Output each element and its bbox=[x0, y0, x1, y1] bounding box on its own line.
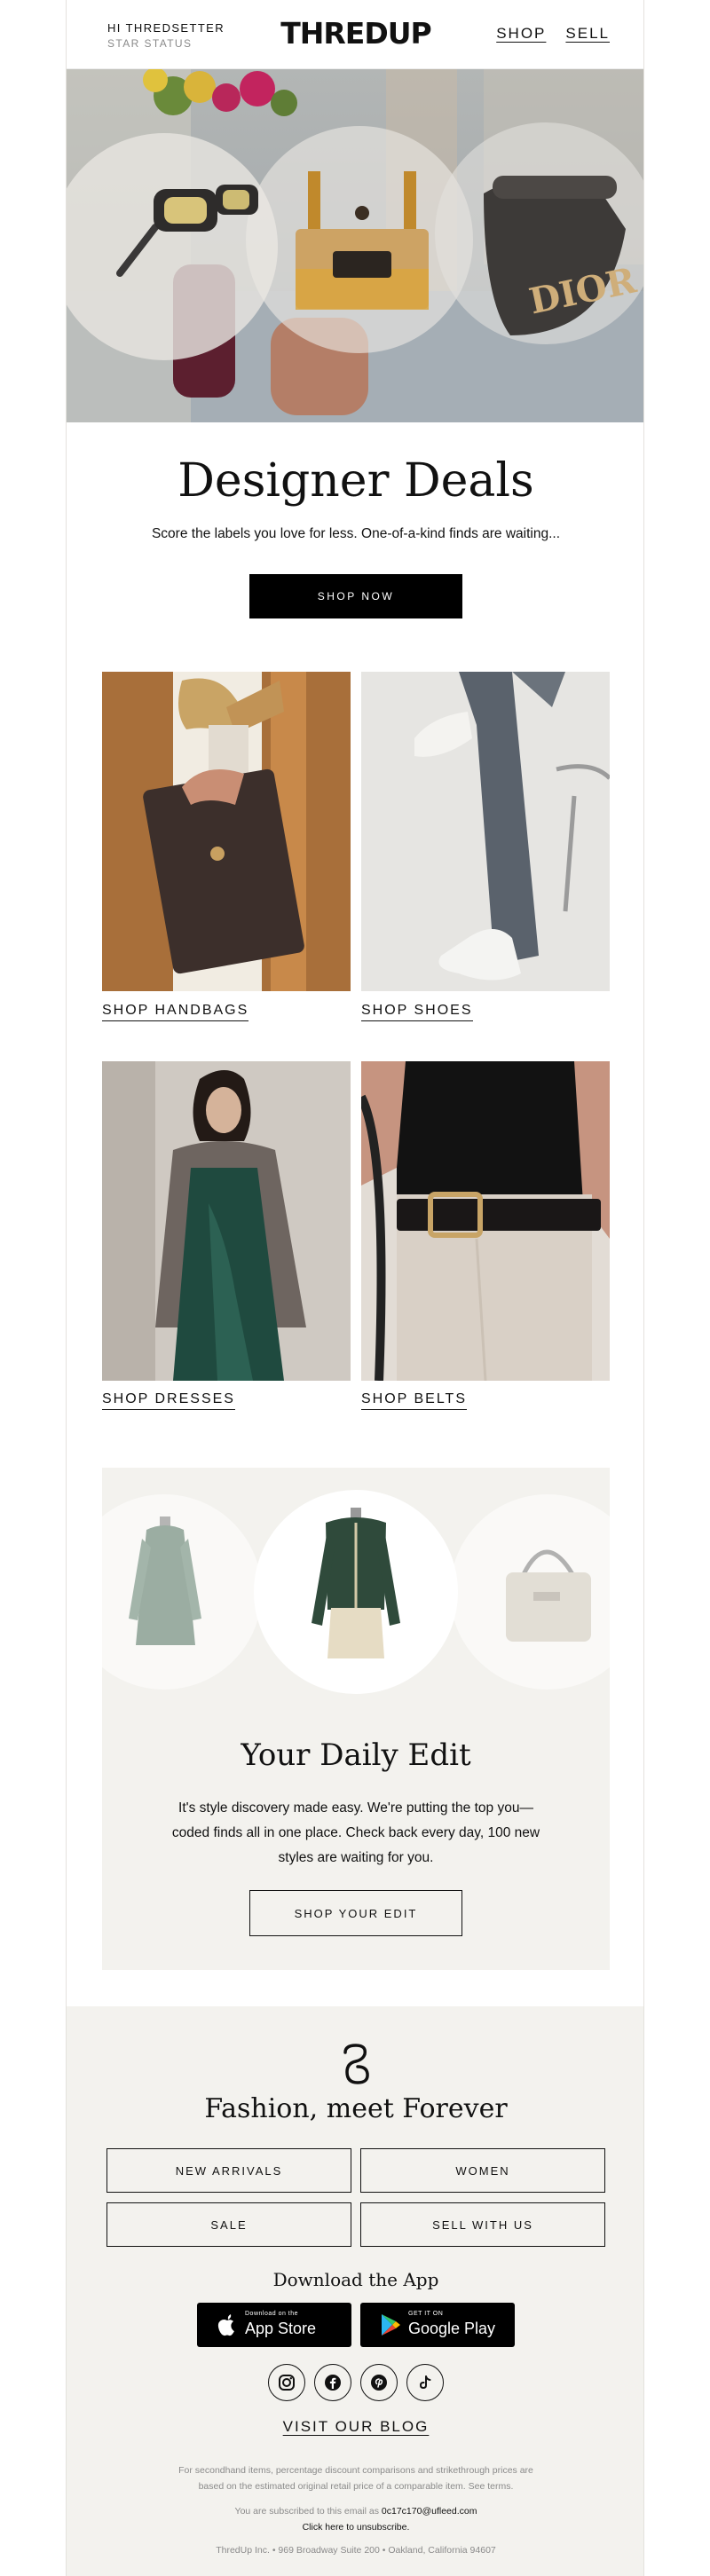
dresses-image[interactable] bbox=[102, 1061, 351, 1381]
shoes-photo bbox=[361, 672, 610, 991]
company-address: ThredUp Inc. • 969 Broadway Suite 200 • … bbox=[216, 2545, 496, 2556]
app-store-label: App Store bbox=[245, 2320, 317, 2337]
daily-edit-section: Your Daily Edit It's style discovery mad… bbox=[102, 1468, 610, 1970]
subscribed-prefix: You are subscribed to this email as bbox=[234, 2506, 379, 2517]
handbag-photo bbox=[102, 672, 351, 991]
pinterest-icon[interactable] bbox=[360, 2364, 398, 2401]
shop-belts-link[interactable]: SHOP BELTS bbox=[361, 1391, 467, 1410]
belt-photo bbox=[361, 1061, 610, 1381]
deals-subtitle: Score the labels you love for less. One-… bbox=[151, 526, 561, 541]
thredup-monogram-icon bbox=[343, 2044, 369, 2084]
shop-dresses-link[interactable]: SHOP DRESSES bbox=[102, 1391, 235, 1410]
new-arrivals-button[interactable]: NEW ARRIVALS bbox=[106, 2148, 351, 2193]
unsubscribe-link[interactable]: Click here to unsubscribe. bbox=[67, 2519, 643, 2535]
google-play-label: Google Play bbox=[408, 2320, 496, 2337]
shop-your-edit-button[interactable]: SHOP YOUR EDIT bbox=[249, 1890, 462, 1936]
shoes-image[interactable] bbox=[361, 672, 610, 991]
daily-edit-description: It's style discovery made easy. We're pu… bbox=[171, 1800, 540, 1865]
belts-image[interactable] bbox=[361, 1061, 610, 1381]
sell-link[interactable]: SELL bbox=[565, 25, 610, 43]
google-play-small-text: GET IT ON bbox=[408, 2311, 444, 2317]
disclaimer-line-2: based on the estimated original retail p… bbox=[67, 2478, 643, 2494]
hero-illustration: DIOR bbox=[67, 69, 643, 422]
tiktok-icon[interactable] bbox=[406, 2364, 444, 2401]
hero-image[interactable]: DIOR bbox=[67, 69, 643, 422]
daily-edit-products[interactable] bbox=[102, 1468, 610, 1716]
shop-shoes-link[interactable]: SHOP SHOES bbox=[361, 1003, 473, 1021]
google-play-icon bbox=[382, 2314, 400, 2336]
google-play-badge[interactable]: GET IT ON Google Play bbox=[360, 2303, 515, 2347]
daily-edit-title: Your Daily Edit bbox=[241, 1737, 471, 1773]
shop-handbags-link[interactable]: SHOP HANDBAGS bbox=[102, 1003, 249, 1021]
instagram-icon[interactable] bbox=[268, 2364, 305, 2401]
shop-link[interactable]: SHOP bbox=[496, 25, 546, 43]
top-nav: SHOP SELL bbox=[496, 25, 610, 43]
email-footer: Fashion, meet Forever NEW ARRIVALS WOMEN… bbox=[67, 2006, 643, 2576]
see-terms-link[interactable]: See terms. bbox=[469, 2481, 514, 2492]
disclaimer-line-1: For secondhand items, percentage discoun… bbox=[178, 2465, 533, 2476]
disclaimer-line-2-text: based on the estimated original retail p… bbox=[198, 2481, 466, 2492]
price-disclaimer: For secondhand items, percentage discoun… bbox=[67, 2462, 643, 2494]
apple-icon bbox=[217, 2314, 234, 2336]
subscribed-line: You are subscribed to this email as 0c17… bbox=[67, 2503, 643, 2519]
shop-now-button[interactable]: SHOP NOW bbox=[249, 574, 462, 618]
email-header: HI THREDSETTER STAR STATUS THREDUP SHOP … bbox=[67, 0, 643, 69]
visit-blog-link[interactable]: VISIT OUR BLOG bbox=[283, 2418, 430, 2435]
facebook-icon[interactable] bbox=[314, 2364, 351, 2401]
email-container: HI THREDSETTER STAR STATUS THREDUP SHOP … bbox=[66, 0, 644, 2576]
dress-photo bbox=[102, 1061, 351, 1381]
sell-with-us-button[interactable]: SELL WITH US bbox=[360, 2202, 605, 2247]
deals-title: Designer Deals bbox=[178, 454, 534, 508]
handbags-image[interactable] bbox=[102, 672, 351, 991]
app-store-badge[interactable]: Download on the App Store bbox=[197, 2303, 351, 2347]
app-store-small-text: Download on the bbox=[245, 2311, 299, 2317]
subscriber-email: 0c17c170@ufleed.com bbox=[381, 2506, 477, 2517]
sale-button[interactable]: SALE bbox=[106, 2202, 351, 2247]
blog-link-row: VISIT OUR BLOG bbox=[67, 2418, 643, 2436]
women-button[interactable]: WOMEN bbox=[360, 2148, 605, 2193]
download-app-heading: Download the App bbox=[272, 2269, 439, 2290]
footer-title: Fashion, meet Forever bbox=[204, 2093, 508, 2124]
subscription-info: You are subscribed to this email as 0c17… bbox=[67, 2503, 643, 2535]
